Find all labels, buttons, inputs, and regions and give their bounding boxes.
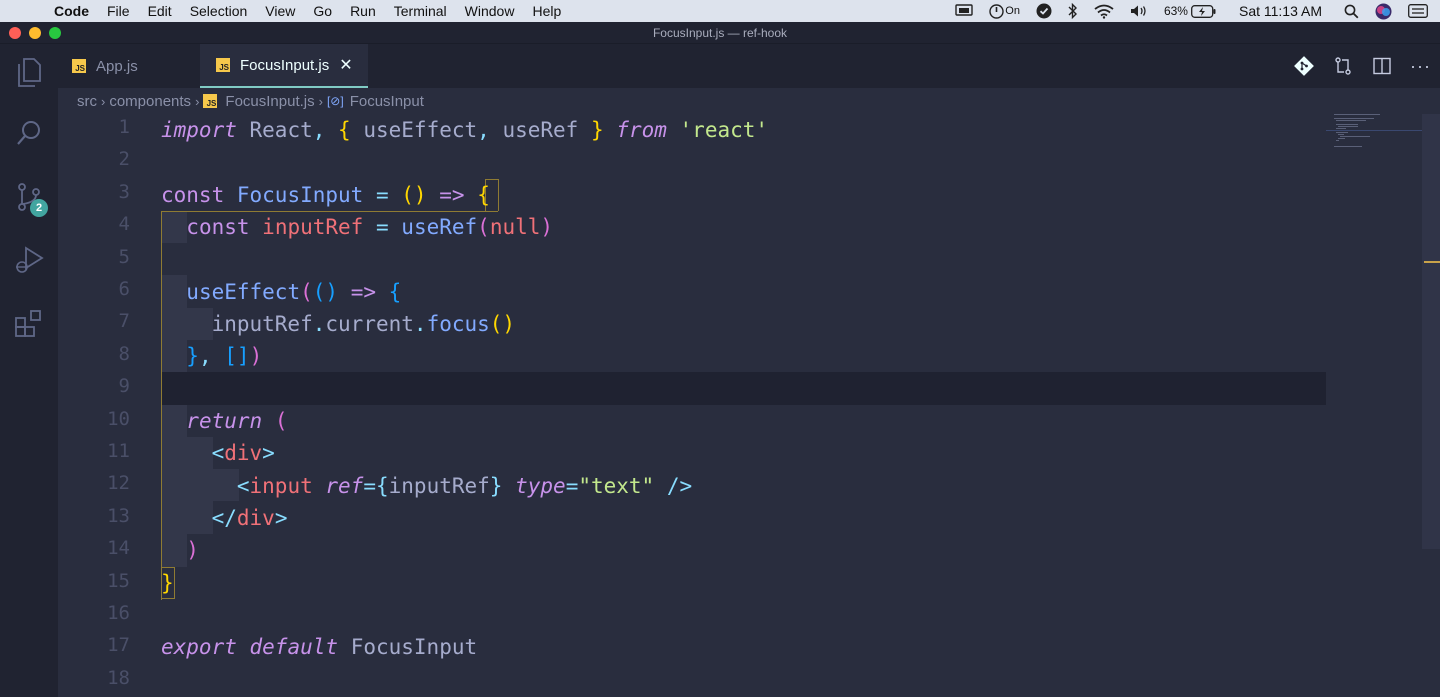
git-icon[interactable] (1284, 44, 1323, 88)
chevron-right-icon: › (101, 93, 106, 109)
checkmark-icon[interactable] (1028, 3, 1060, 19)
line-number: 16 (107, 602, 130, 624)
siri-icon[interactable] (1367, 3, 1400, 20)
clock[interactable]: Sat 11:13 AM (1225, 3, 1336, 19)
code-line-15: } (161, 571, 174, 595)
code-line-1: import React, { useEffect, useRef } from… (161, 118, 769, 142)
search-icon[interactable] (13, 117, 45, 149)
code-line-4: const inputRef = useRef(null) (186, 215, 554, 239)
line-number: 4 (118, 213, 130, 235)
line-number: 5 (118, 246, 130, 268)
tab-bar: JS App.js JS FocusInput.js ✕ ··· (58, 44, 1440, 88)
wifi-icon[interactable] (1086, 4, 1122, 19)
status-menus: On 63% Sat 11:13 AM (947, 0, 1440, 22)
line-number: 7 (118, 310, 130, 332)
code-line-8: }, []) (186, 344, 263, 368)
battery-status[interactable]: 63% (1156, 4, 1225, 18)
menu-view[interactable]: View (256, 3, 304, 19)
close-tab-icon[interactable]: ✕ (339, 55, 352, 75)
line-number: 9 (118, 375, 130, 397)
menu-go[interactable]: Go (304, 3, 341, 19)
compare-changes-icon[interactable] (1323, 44, 1362, 88)
line-number: 15 (107, 570, 130, 592)
menu-run[interactable]: Run (341, 3, 385, 19)
tab-label: App.js (96, 57, 138, 75)
breadcrumb-src[interactable]: src (77, 93, 97, 110)
more-actions-icon[interactable]: ··· (1401, 44, 1440, 88)
menu-bar: Code File Edit Selection View Go Run Ter… (0, 0, 1440, 22)
battery-charging-icon (1191, 4, 1216, 18)
js-file-icon: JS (216, 58, 230, 72)
spotlight-search-icon[interactable] (1336, 4, 1367, 19)
line-number: 3 (118, 181, 130, 203)
breadcrumb-components[interactable]: components (109, 93, 191, 110)
js-file-icon: JS (72, 59, 86, 73)
volume-icon[interactable] (1122, 4, 1156, 18)
tab-focusinput-js[interactable]: JS FocusInput.js ✕ (200, 44, 368, 88)
extensions-icon[interactable] (13, 307, 45, 339)
breadcrumb: src › components › JS FocusInput.js › [⊘… (58, 88, 1326, 114)
code-line-7: inputRef.current.focus() (211, 312, 516, 336)
menu-selection[interactable]: Selection (181, 3, 257, 19)
line-number: 14 (107, 537, 130, 559)
editor-actions: ··· (1284, 44, 1440, 88)
line-number: 13 (107, 505, 130, 527)
window-title: FocusInput.js — ref-hook (652, 26, 788, 40)
battery-percent: 63% (1163, 4, 1188, 18)
run-debug-icon[interactable] (13, 244, 45, 276)
tab-app-js[interactable]: JS App.js (72, 44, 200, 88)
code-line-17: export default FocusInput (161, 635, 478, 659)
breadcrumb-file[interactable]: FocusInput.js (225, 93, 314, 110)
code-line-3: const FocusInput = () => { (161, 183, 490, 207)
code-editor[interactable]: 1 2 3 4 5 6 7 8 9 10 11 12 13 14 15 16 1… (58, 114, 1326, 697)
activity-bar: 2 (0, 44, 58, 697)
code-line-10: return ( (186, 409, 288, 433)
explorer-icon[interactable] (13, 56, 45, 88)
scm-count-badge: 2 (30, 199, 48, 217)
chevron-right-icon: › (318, 93, 323, 109)
line-number: 10 (107, 408, 130, 430)
line-number: 8 (118, 343, 130, 365)
chevron-right-icon: › (195, 93, 200, 109)
vertical-scrollbar[interactable] (1422, 114, 1440, 549)
menu-help[interactable]: Help (523, 3, 570, 19)
code-line-12: <input ref={inputRef} type="text" /> (236, 474, 693, 498)
line-number: 17 (107, 634, 130, 656)
menu-terminal[interactable]: Terminal (385, 3, 456, 19)
scrollbar-cursor-marker (1424, 261, 1440, 263)
split-editor-icon[interactable] (1362, 44, 1401, 88)
menu-file[interactable]: File (98, 3, 139, 19)
code-line-11: <div> (211, 441, 275, 465)
code-line-13: </div> (211, 506, 288, 530)
minimap[interactable] (1326, 114, 1422, 697)
line-number: 12 (107, 472, 130, 494)
tab-label: FocusInput.js (240, 56, 330, 74)
control-center-icon[interactable] (1400, 4, 1440, 18)
code-line-14: ) (186, 538, 199, 562)
line-number: 18 (107, 667, 130, 689)
focus-status[interactable]: On (981, 3, 1028, 19)
menu-app-name[interactable]: Code (46, 3, 98, 19)
window-title-bar: FocusInput.js — ref-hook (0, 22, 1440, 44)
bluetooth-icon[interactable] (1060, 3, 1086, 19)
menu-window[interactable]: Window (456, 3, 524, 19)
screen-mirror-icon[interactable] (947, 4, 981, 18)
line-number: 2 (118, 148, 130, 170)
line-number: 11 (107, 440, 130, 462)
breadcrumb-symbol[interactable]: FocusInput (350, 93, 424, 110)
power-icon (989, 3, 1004, 19)
js-file-icon: JS (203, 94, 218, 108)
menu-edit[interactable]: Edit (139, 3, 181, 19)
line-number: 6 (118, 278, 130, 300)
focus-status-label: On (1005, 5, 1020, 17)
symbol-variable-icon: [⊘] (326, 94, 344, 108)
line-number: 1 (118, 116, 130, 138)
code-line-6: useEffect(() => { (186, 280, 402, 304)
